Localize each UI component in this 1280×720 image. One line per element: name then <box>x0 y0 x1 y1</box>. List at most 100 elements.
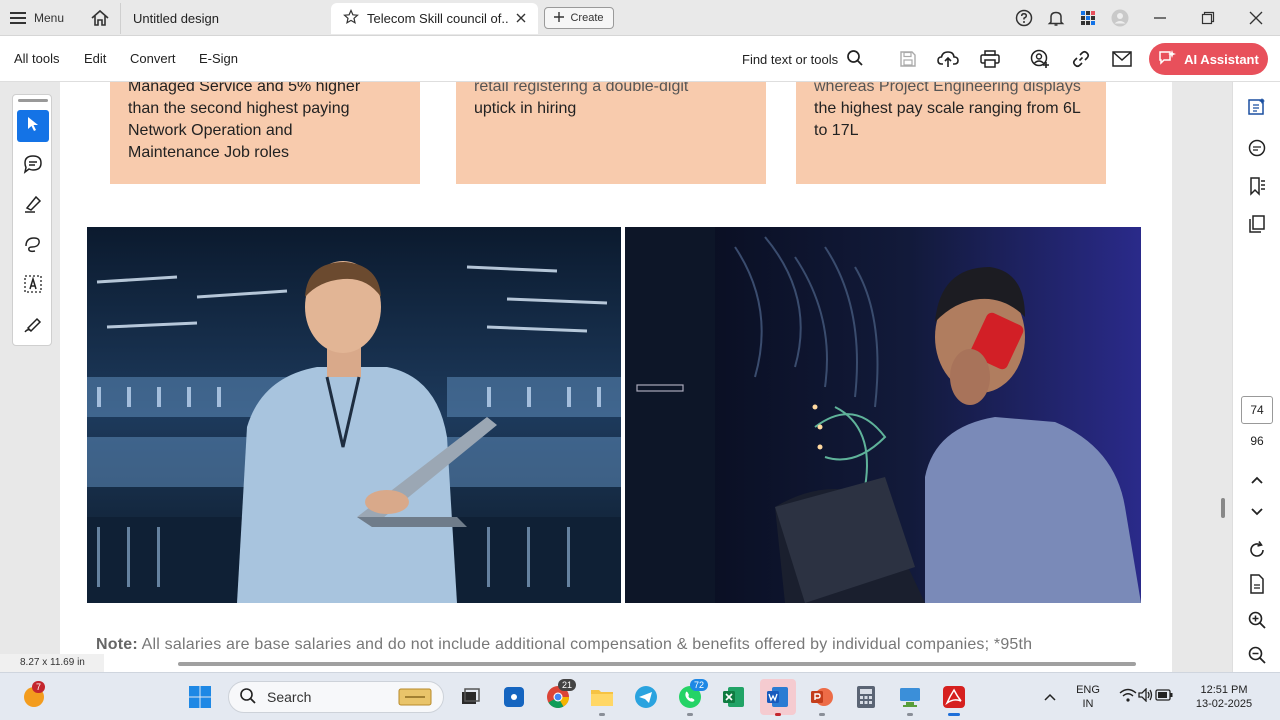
photo-engineer-with-laptop <box>87 227 621 603</box>
link-icon[interactable] <box>1069 47 1093 71</box>
palette-drag-handle[interactable] <box>18 99 48 102</box>
info-card-1: Managed Service and 5% higher than the s… <box>110 82 420 184</box>
close-tab-icon[interactable] <box>516 11 526 26</box>
running-indicator <box>775 713 781 716</box>
tab-title: Telecom Skill council of... <box>367 11 508 26</box>
start-windows-icon[interactable] <box>186 683 214 711</box>
create-button[interactable]: Create <box>544 7 614 29</box>
bookmarks-icon[interactable] <box>1245 174 1269 198</box>
excel-icon[interactable] <box>720 683 748 711</box>
pages-icon[interactable] <box>1245 212 1269 236</box>
refresh-icon[interactable] <box>1245 538 1269 562</box>
clock-date: 13-02-2025 <box>1195 698 1253 710</box>
menu-button[interactable]: Menu <box>10 8 64 28</box>
tab-untitled-design[interactable]: Untitled design <box>120 3 328 34</box>
file-explorer-icon[interactable] <box>588 683 616 711</box>
pdf-page: Managed Service and 5% higher than the s… <box>60 82 1172 672</box>
telegram-icon[interactable] <box>632 683 660 711</box>
sign-tool[interactable] <box>17 310 49 342</box>
comments-panel-icon[interactable] <box>1245 136 1269 160</box>
restore-icon[interactable] <box>1184 0 1232 36</box>
freehand-icon <box>23 234 43 259</box>
clock-time: 12:51 PM <box>1200 684 1248 696</box>
app-icon-blue[interactable] <box>500 683 528 711</box>
bell-icon[interactable] <box>1040 0 1072 36</box>
text-tool[interactable] <box>17 270 49 302</box>
clock[interactable]: 12:51 PM 13-02-2025 <box>1194 683 1254 711</box>
task-view-icon[interactable] <box>456 683 484 711</box>
find-text-or-tools[interactable]: Find text or tools <box>742 47 864 71</box>
minimize-icon[interactable] <box>1136 0 1184 36</box>
vertical-scrollbar[interactable] <box>1221 498 1225 518</box>
search-highlight-icon <box>395 685 435 710</box>
windows-taskbar: 7 Search 21 72 ENG IN 12:51 PM 13-02-202… <box>0 672 1280 720</box>
apps-grid-icon[interactable] <box>1072 0 1104 36</box>
comment-tool[interactable] <box>17 150 49 182</box>
text-box-icon <box>23 274 43 299</box>
cursor-arrow-icon <box>25 115 41 138</box>
edit-pdf-icon[interactable] <box>1245 94 1269 118</box>
draw-tool[interactable] <box>17 230 49 262</box>
all-tools-menu[interactable]: All tools <box>14 51 60 66</box>
share-user-icon[interactable] <box>1028 47 1052 71</box>
cloud-upload-icon[interactable] <box>936 47 960 71</box>
close-window-icon[interactable] <box>1232 0 1280 36</box>
battery-icon <box>1155 688 1173 706</box>
language-top: ENG <box>1076 684 1100 696</box>
word-icon[interactable] <box>760 679 796 715</box>
notification-badge: 7 <box>32 681 46 693</box>
page-size-indicator: 8.27 x 11.69 in <box>0 654 104 672</box>
search-icon <box>239 687 257 708</box>
language-indicator[interactable]: ENG IN <box>1070 683 1106 711</box>
card-line: to 17L <box>814 122 859 139</box>
user-avatar[interactable] <box>1104 0 1136 36</box>
calculator-icon[interactable] <box>852 683 880 711</box>
page-thumbnail-icon[interactable] <box>1245 572 1269 596</box>
running-indicator <box>819 713 825 716</box>
window-controls <box>1008 0 1280 36</box>
chevron-up-icon[interactable] <box>1245 468 1269 492</box>
ai-sparkle-icon <box>1158 49 1177 70</box>
chevron-up-icon[interactable] <box>1036 683 1064 711</box>
save-icon[interactable] <box>896 47 920 71</box>
highlight-tool[interactable] <box>17 190 49 222</box>
powerpoint-icon[interactable] <box>808 683 836 711</box>
tab-title: Untitled design <box>133 11 219 26</box>
current-page-input[interactable]: 74 <box>1241 396 1273 424</box>
document-viewport[interactable]: Managed Service and 5% higher than the s… <box>0 82 1232 672</box>
running-indicator <box>599 713 605 716</box>
running-indicator <box>907 713 913 716</box>
tab-telecom-skill-council[interactable]: Telecom Skill council of... <box>331 3 538 34</box>
select-tool[interactable] <box>17 110 49 142</box>
star-icon[interactable] <box>343 9 359 28</box>
card-line: Maintenance Job roles <box>128 144 289 161</box>
card-line: retail registering a double-digit <box>474 82 689 95</box>
zoom-out-icon[interactable] <box>1245 643 1269 667</box>
chevron-down-icon[interactable] <box>1245 500 1269 524</box>
acrobat-icon[interactable] <box>940 683 968 711</box>
network-app-icon[interactable] <box>896 683 924 711</box>
esign-menu[interactable]: E-Sign <box>199 51 238 66</box>
ai-assistant-button[interactable]: AI Assistant <box>1149 43 1268 75</box>
search-icon <box>846 49 864 70</box>
quick-tools-palette <box>12 94 52 346</box>
home-icon[interactable] <box>90 8 110 28</box>
create-label: Create <box>570 12 604 24</box>
taskbar-search-input[interactable]: Search <box>228 681 444 713</box>
wifi-icon <box>1119 688 1137 707</box>
convert-menu[interactable]: Convert <box>130 51 176 66</box>
horizontal-scrollbar[interactable] <box>178 662 1136 666</box>
print-icon[interactable] <box>978 47 1002 71</box>
help-icon[interactable] <box>1008 0 1040 36</box>
system-tray-icons[interactable] <box>1114 683 1178 711</box>
card-line: uptick in hiring <box>474 100 577 117</box>
card-line: Managed Service and 5% higher <box>128 82 361 95</box>
email-icon[interactable] <box>1110 47 1134 71</box>
salary-note: Note: All salaries are base salaries and… <box>96 636 1032 654</box>
photo-technician-on-phone <box>625 227 1141 603</box>
zoom-in-icon[interactable] <box>1245 608 1269 632</box>
edit-menu[interactable]: Edit <box>84 51 106 66</box>
total-pages: 96 <box>1250 434 1264 448</box>
note-label: Note: <box>96 636 138 653</box>
info-card-3: whereas Project Engineering displays the… <box>796 82 1106 184</box>
